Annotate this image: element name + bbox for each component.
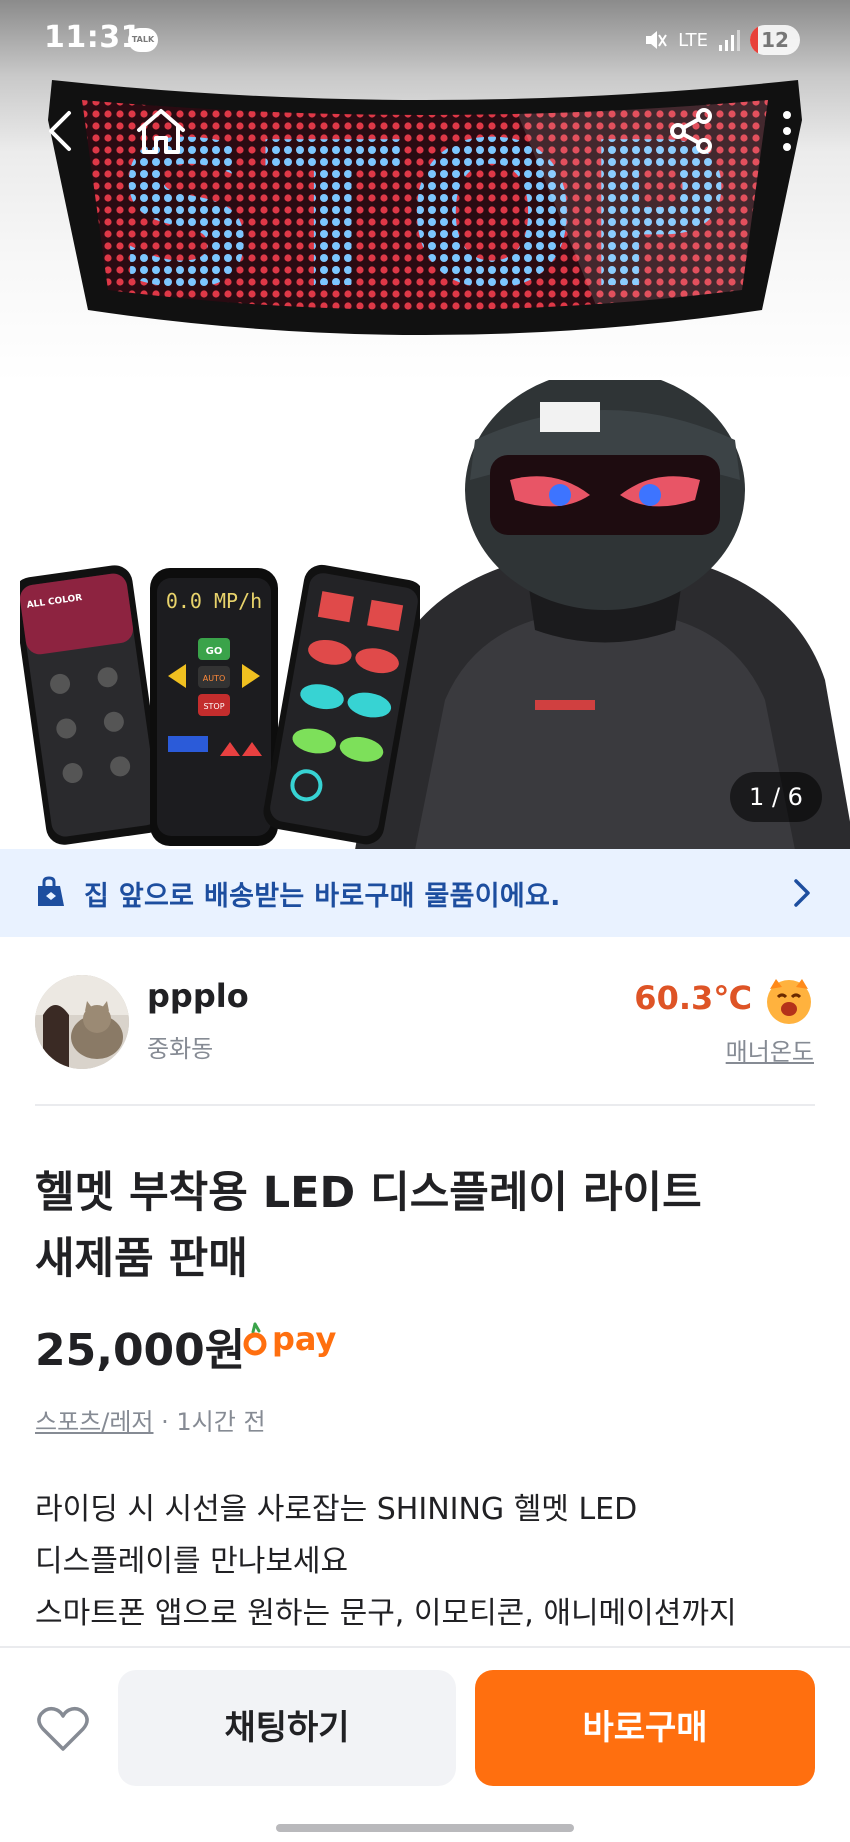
share-button[interactable] [656,96,726,166]
like-button[interactable] [36,1704,96,1764]
battery-indicator: 12 [750,25,800,55]
seller-name: ppplo [147,977,249,1015]
product-image-gallery[interactable]: STOP ALL COLOR 0.0 MP/h GO AUTO STOP 11:… [0,0,850,849]
banner-text: 집 앞으로 배송받는 바로구매 물품이에요. [84,880,561,912]
divider [35,1104,815,1106]
avatar-cat-image [35,975,129,1069]
heart-icon [37,1706,89,1751]
karrot-pay-badge: pay [242,1320,336,1358]
chat-button[interactable]: 채팅하기 [118,1670,456,1786]
app-phones-image: ALL COLOR 0.0 MP/h GO AUTO STOP [20,564,420,846]
manner-temperature-value: 60.3℃ [634,979,752,1017]
back-arrow-icon [49,111,71,151]
seller-profile[interactable]: ppplo 중화동 60.3℃ 매너온도 [0,937,850,1104]
network-type: LTE [678,29,708,51]
product-price: 25,000원 [35,1325,246,1376]
carrot-icon [243,1322,267,1356]
status-icons: LTE 12 [642,22,800,58]
product-title-line: 헬멧 부착용 LED 디스플레이 라이트 [35,1168,702,1218]
phone-auto: AUTO [203,674,226,683]
posted-time: 1시간 전 [176,1408,266,1436]
bottom-action-bar: 채팅하기 바로구매 [0,1646,850,1842]
share-icon [670,108,712,154]
home-icon [137,109,185,154]
product-meta: 스포츠/레저 · 1시간 전 [35,1402,266,1437]
description-line: 스마트폰 앱으로 원하는 문구, 이모티콘, 애니메이션까지 [35,1596,737,1631]
description-line: 디스플레이를 만나보세요 [35,1544,349,1579]
direct-buy-banner[interactable]: 집 앞으로 배송받는 바로구매 물품이에요. [0,849,850,937]
description-line: 라이딩 시 시선을 사로잡는 SHINING 헬멧 LED [35,1492,638,1527]
manner-temperature-label[interactable]: 매너온도 [726,1032,814,1067]
avatar[interactable] [35,975,129,1069]
buy-now-button[interactable]: 바로구매 [475,1670,815,1786]
phone-stop: STOP [203,702,224,711]
back-button[interactable] [26,96,96,166]
phone-speed: 0.0 MP/h [166,589,262,613]
product-description: 라이딩 시 시선을 사로잡는 SHINING 헬멧 LED 디스플레이를 만나보… [35,1484,825,1640]
more-button[interactable] [752,96,822,166]
product-title-line: 새제품 판매 [35,1234,248,1284]
signal-icon [719,30,740,51]
home-indicator[interactable] [276,1824,574,1832]
category-link[interactable]: 스포츠/레저 [35,1408,154,1436]
delivery-bag-icon [38,876,64,906]
chevron-right-icon [794,879,810,907]
home-button[interactable] [126,96,196,166]
product-title: 헬멧 부착용 LED 디스플레이 라이트 새제품 판매 [35,1160,795,1292]
meta-separator: · [153,1408,177,1436]
kakaotalk-notification-icon: TALK [128,28,158,52]
happy-face-icon [767,979,811,1024]
mute-icon [646,31,667,49]
seller-location: 중화동 [147,1035,214,1063]
status-bar: 11:31 TALK LTE 12 [0,0,850,80]
phone-go: GO [206,646,223,657]
image-counter: 1 / 6 [730,772,822,822]
more-vertical-icon [783,111,791,151]
pay-label: pay [272,1320,337,1358]
